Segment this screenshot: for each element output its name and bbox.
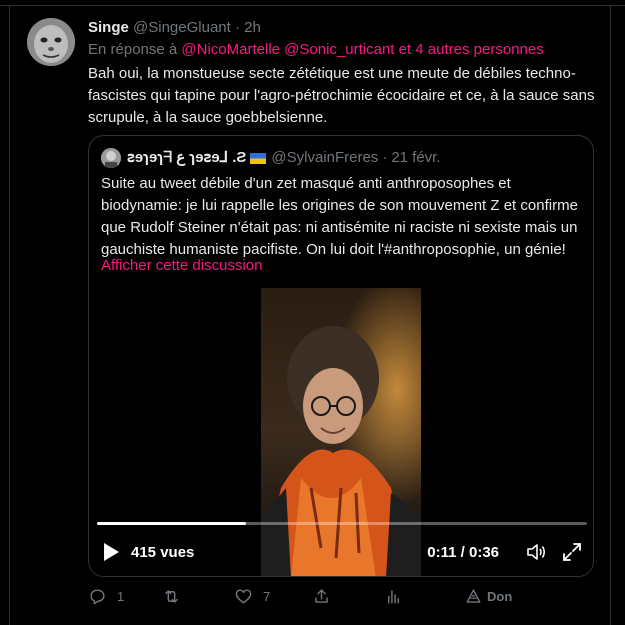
- retweet-icon: [165, 590, 178, 603]
- author-avatar[interactable]: [27, 18, 75, 66]
- video-controls: 415 vues 0:11 / 0:36: [101, 538, 583, 566]
- reply-mention-sonic-urticant[interactable]: @Sonic_urticant: [284, 41, 394, 58]
- share-icon: [315, 589, 328, 603]
- author-handle[interactable]: @SingeGluant: [133, 19, 231, 36]
- share-button[interactable]: [312, 587, 331, 606]
- play-icon[interactable]: [101, 541, 121, 563]
- analytics-button[interactable]: [384, 587, 403, 606]
- like-count: 7: [263, 589, 271, 604]
- volume-icon[interactable]: [525, 541, 547, 563]
- tweet-text: Bah oui, la monstueuse secte zététique e…: [88, 65, 595, 126]
- header-separator: ·: [234, 19, 240, 36]
- ukraine-flag-icon: [250, 152, 267, 164]
- quoted-tweet[interactable]: ꙅɘɿɘɿᖷ ﻉ ɿɘꙅɘ⅃ .Ƨ @SylvainFreres · 21 fé…: [88, 135, 594, 577]
- video-progress-fill: [97, 522, 247, 525]
- tweet-header: Singe @SingeGluant · 2h: [88, 18, 261, 38]
- video-views: 415 vues: [131, 543, 195, 561]
- reply-count: 1: [117, 589, 125, 604]
- video-player[interactable]: 415 vues 0:11 / 0:36: [89, 288, 593, 576]
- reply-mention-nicomartelle[interactable]: @NicoMartelle: [181, 41, 280, 58]
- donate-label: Don: [487, 589, 513, 604]
- quote-header: ꙅɘɿɘɿᖷ ﻉ ɿɘꙅɘ⅃ .Ƨ @SylvainFreres · 21 fé…: [101, 148, 441, 168]
- quote-author-name: ꙅɘɿɘɿᖷ ﻉ ɿɘꙅɘ⅃ .Ƨ: [127, 149, 247, 166]
- show-thread-link[interactable]: Afficher cette discussion: [101, 256, 262, 276]
- reply-icon: [90, 589, 105, 605]
- video-progress-bar[interactable]: [97, 522, 587, 525]
- tip-jar-icon: [466, 589, 481, 603]
- video-thumbnail: [261, 288, 421, 576]
- retweet-button[interactable]: [162, 587, 191, 606]
- top-border: [0, 0, 625, 6]
- heart-icon: [235, 589, 252, 604]
- tweet-actions: 1 7 Don: [86, 587, 606, 611]
- quote-author-handle: @SylvainFreres: [271, 149, 379, 166]
- reply-button[interactable]: 1: [88, 587, 124, 606]
- reply-others-link[interactable]: et 4 autres personnes: [399, 41, 544, 58]
- fullscreen-icon[interactable]: [561, 541, 583, 563]
- quote-separator: ·: [382, 149, 388, 166]
- quote-date: 21 févr.: [391, 149, 441, 166]
- quote-author-avatar: [101, 148, 121, 168]
- quote-text: Suite au tweet débile d'un zet masqué an…: [101, 175, 578, 258]
- reply-context: En réponse à @NicoMartelle @Sonic_urtica…: [88, 40, 544, 60]
- analytics-icon: [388, 590, 399, 604]
- reply-prefix: En réponse à: [88, 41, 178, 58]
- tweet-time[interactable]: 2h: [244, 19, 261, 36]
- author-name[interactable]: Singe: [88, 19, 129, 36]
- like-button[interactable]: 7: [234, 587, 270, 606]
- left-border: [9, 6, 10, 625]
- video-time: 0:11 / 0:36: [427, 543, 499, 561]
- tip-button[interactable]: Don: [464, 587, 512, 606]
- right-border: [610, 6, 611, 625]
